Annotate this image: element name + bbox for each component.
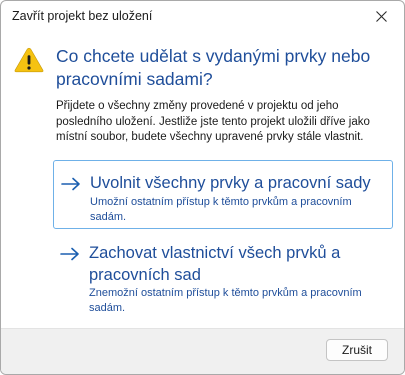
command-link-title: Uvolnit všechny prvky a pracovní sady	[90, 174, 371, 192]
dialog-footer: Zrušit	[1, 328, 404, 374]
dialog-description: Přijdete o všechny změny provedené v pro…	[56, 100, 370, 143]
arrow-right-icon	[60, 247, 79, 261]
close-icon	[375, 10, 387, 22]
release-all-command-link[interactable]: Uvolnit všechny prvky a pracovní sady Um…	[53, 160, 393, 229]
dialog-window: Zavřít projekt bez uložení Co chcete udě…	[0, 0, 405, 375]
arrow-right-icon	[61, 177, 80, 191]
dialog-heading: Co chcete udělat s vydanými prvky nebo p…	[56, 46, 371, 89]
title-bar: Zavřít projekt bez uložení	[1, 1, 404, 33]
command-link-description: Znemožní ostatním přístup k těmto prvkům…	[89, 287, 362, 314]
window-title: Zavřít projekt bez uložení	[12, 9, 153, 23]
command-link-description: Umožní ostatním přístup k těmto prvkům a…	[90, 196, 352, 223]
command-link-title: Zachovat vlastnictví všech prvků a praco…	[89, 244, 341, 284]
keep-ownership-command-link[interactable]: Zachovat vlastnictví všech prvků a praco…	[53, 241, 393, 321]
cancel-button[interactable]: Zrušit	[326, 339, 388, 361]
close-window-button[interactable]	[358, 1, 404, 31]
warning-icon	[14, 47, 44, 73]
